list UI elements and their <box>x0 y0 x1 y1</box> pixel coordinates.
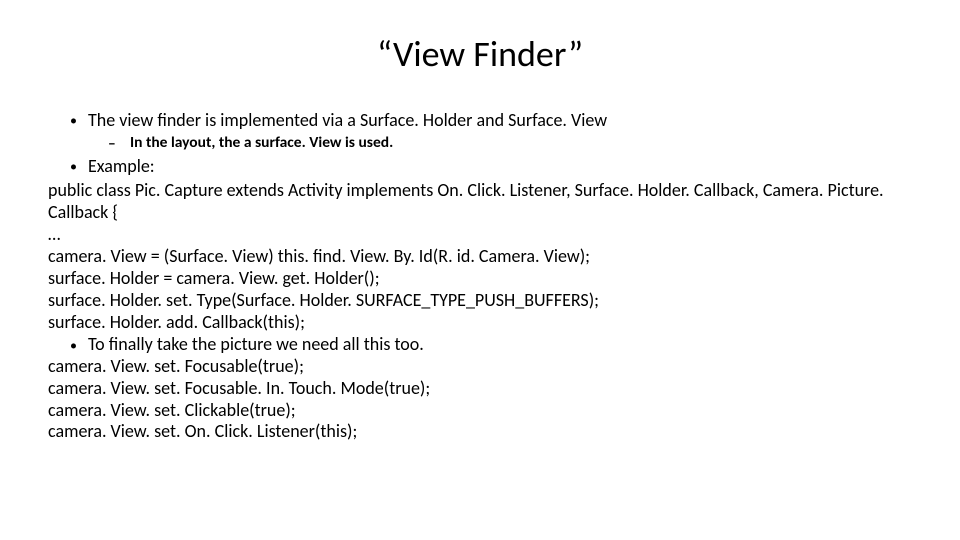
bullet-dot-icon: • <box>70 110 88 132</box>
code-line: camera. View = (Surface. View) this. fin… <box>48 246 912 268</box>
code-line: camera. View. set. Focusable(true); <box>48 356 912 378</box>
code-line: camera. View. set. On. Click. Listener(t… <box>48 421 912 443</box>
code-line: camera. View. set. Focusable. In. Touch.… <box>48 378 912 400</box>
bullet-dot-icon: • <box>70 337 88 354</box>
bullet-dot-icon: • <box>70 156 88 178</box>
slide-title: “View Finder” <box>48 32 912 76</box>
bullet-item: • Example: <box>70 156 912 178</box>
slide: “View Finder” • The view finder is imple… <box>0 0 960 540</box>
bullet-text: To finally take the picture we need all … <box>88 333 424 355</box>
bullet-item: • The view finder is implemented via a S… <box>70 110 912 132</box>
sub-bullet-text: In the layout, the a surface. View is us… <box>130 134 393 154</box>
slide-body: • The view finder is implemented via a S… <box>48 110 912 443</box>
bullet-text: Example: <box>88 156 155 178</box>
bullet-item: •To finally take the picture we need all… <box>48 334 912 356</box>
code-line: surface. Holder. add. Callback(this); <box>48 312 912 334</box>
code-line: … <box>48 224 912 246</box>
code-line: camera. View. set. Clickable(true); <box>48 400 912 422</box>
code-line: surface. Holder = camera. View. get. Hol… <box>48 268 912 290</box>
bullet-dash-icon: – <box>108 134 130 154</box>
bullet-text: The view finder is implemented via a Sur… <box>88 110 607 132</box>
sub-bullet-item: – In the layout, the a surface. View is … <box>108 134 912 154</box>
code-line: surface. Holder. set. Type(Surface. Hold… <box>48 290 912 312</box>
code-line: public class Pic. Capture extends Activi… <box>48 180 912 224</box>
